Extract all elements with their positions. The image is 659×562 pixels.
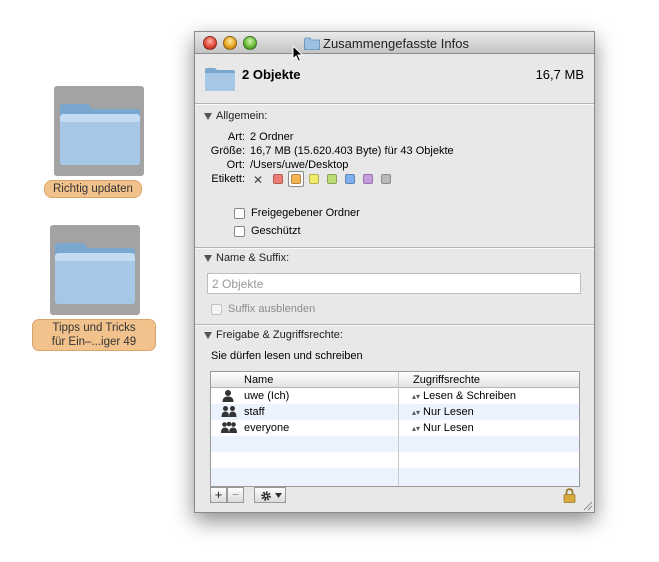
- info-window: Zusammengefasste Infos 2 Objekte 16,7 MB…: [194, 31, 595, 513]
- location-value: /Users/uwe/Desktop: [250, 159, 349, 171]
- disclosure-triangle-icon: [204, 254, 212, 262]
- add-user-button[interactable]: +: [210, 487, 227, 503]
- permissions-table-header: Name Zugriffsrechte: [211, 372, 579, 388]
- selection-size: 16,7 MB: [535, 67, 584, 82]
- disclosure-triangle-icon: [204, 112, 212, 120]
- folder-icon: [205, 68, 235, 91]
- selection-name: 2 Objekte: [242, 67, 301, 82]
- close-button[interactable]: [203, 36, 217, 50]
- sharing-info: Sie dürfen lesen und schreiben: [211, 350, 363, 362]
- label-clear-icon[interactable]: ✕: [253, 173, 263, 187]
- lock-icon[interactable]: [563, 488, 576, 503]
- divider: [195, 325, 594, 326]
- label-color-swatch[interactable]: [327, 174, 337, 184]
- minimize-button[interactable]: [223, 36, 237, 50]
- desktop-icon-tipps-und-tricks[interactable]: Tipps und Tricks für Ein–...iger 49: [32, 225, 158, 353]
- section-name-suffix-toggle[interactable]: Name & Suffix:: [204, 252, 289, 264]
- table-row-empty: [211, 452, 579, 468]
- row-name: uwe (Ich): [244, 390, 290, 402]
- popup-arrows-icon: ▴▾: [412, 408, 421, 417]
- label-color-swatch[interactable]: [363, 174, 373, 184]
- permissions-table: Name Zugriffsrechte uwe (Ich) ▴▾ Lesen & …: [210, 371, 580, 487]
- section-allgemein-toggle[interactable]: Allgemein:: [204, 110, 267, 122]
- label-color-swatch[interactable]: [381, 174, 391, 184]
- rights-popup[interactable]: ▴▾ Lesen & Schreiben: [412, 390, 516, 402]
- kind-value: 2 Ordner: [250, 131, 294, 143]
- desktop-icon-label: Richtig updaten: [44, 180, 142, 198]
- popup-arrows-icon: ▴▾: [412, 392, 421, 401]
- table-row[interactable]: uwe (Ich) ▴▾ Lesen & Schreiben: [211, 388, 579, 404]
- hide-suffix-checkbox[interactable]: [211, 304, 222, 315]
- gear-icon: [261, 491, 271, 501]
- folder-icon: [304, 37, 320, 50]
- section-title-name-suffix: Name & Suffix:: [216, 252, 290, 264]
- divider: [195, 104, 594, 105]
- section-title-sharing: Freigabe & Zugriffsrechte:: [216, 329, 343, 341]
- column-header-rights[interactable]: Zugriffsrechte: [413, 374, 480, 386]
- protected-label: Geschützt: [251, 225, 301, 237]
- row-rights: Lesen & Schreiben: [423, 390, 516, 402]
- label-color-swatch[interactable]: [309, 174, 319, 184]
- group-icon: [221, 421, 237, 433]
- user-icon: [222, 390, 234, 402]
- location-label: Ort:: [226, 159, 245, 171]
- hide-suffix-label: Suffix ausblenden: [228, 303, 316, 315]
- label-color-swatch[interactable]: [291, 174, 301, 184]
- desktop-icon-label-line1: Tipps und Tricks: [52, 322, 136, 334]
- info-header: 2 Objekte 16,7 MB: [195, 55, 594, 101]
- section-title-allgemein: Allgemein:: [216, 110, 268, 122]
- table-row[interactable]: staff ▴▾ Nur Lesen: [211, 404, 579, 420]
- size-row: Größe: 16,7 MB (15.620.403 Byte) für 43 …: [195, 145, 595, 159]
- section-sharing-toggle[interactable]: Freigabe & Zugriffsrechte:: [204, 329, 343, 341]
- rights-popup[interactable]: ▴▾ Nur Lesen: [412, 406, 474, 418]
- table-row[interactable]: everyone ▴▾ Nur Lesen: [211, 420, 579, 436]
- column-header-name[interactable]: Name: [244, 374, 273, 386]
- shared-folder-checkbox[interactable]: [234, 208, 245, 219]
- row-name: staff: [244, 406, 265, 418]
- disclosure-triangle-icon: [204, 331, 212, 339]
- column-divider: [398, 372, 399, 486]
- folder-icon: [60, 104, 140, 165]
- zoom-button[interactable]: [243, 36, 257, 50]
- title-bar[interactable]: Zusammengefasste Infos: [195, 32, 594, 63]
- row-name: everyone: [244, 422, 290, 434]
- label-color-swatch[interactable]: [273, 174, 283, 184]
- row-rights: Nur Lesen: [423, 422, 474, 434]
- name-input[interactable]: 2 Objekte: [207, 273, 581, 294]
- desktop-icon-label: Tipps und Tricks für Ein–...iger 49: [32, 319, 156, 351]
- group-icon: [221, 406, 237, 417]
- table-row-empty: [211, 436, 579, 452]
- shared-folder-label: Freigegebener Ordner: [251, 207, 360, 219]
- folder-icon: [55, 243, 135, 304]
- remove-user-button[interactable]: −: [227, 487, 244, 503]
- table-row-empty: [211, 468, 579, 486]
- resize-grip-icon[interactable]: [582, 500, 593, 511]
- desktop-icon-label-line2: für Ein–...iger 49: [51, 336, 137, 348]
- desktop-icon-richtig-updaten[interactable]: Richtig updaten: [44, 86, 156, 198]
- protected-checkbox[interactable]: [234, 226, 245, 237]
- name-input-placeholder: 2 Objekte: [212, 277, 264, 291]
- location-row: Ort: /Users/uwe/Desktop: [195, 159, 595, 173]
- popup-arrows-icon: ▴▾: [412, 424, 421, 433]
- action-menu-button[interactable]: [254, 487, 286, 503]
- rights-popup[interactable]: ▴▾ Nur Lesen: [412, 422, 474, 434]
- label-color-swatch[interactable]: [345, 174, 355, 184]
- kind-label: Art:: [227, 131, 245, 143]
- size-label: Größe:: [210, 145, 245, 157]
- size-value: 16,7 MB (15.620.403 Byte) für 43 Objekte: [250, 145, 454, 157]
- divider: [195, 248, 594, 249]
- window-title: Zusammengefasste Infos: [323, 36, 469, 51]
- row-rights: Nur Lesen: [423, 406, 474, 418]
- label-label: Etikett:: [211, 173, 245, 185]
- chevron-down-icon: [275, 493, 282, 498]
- kind-row: Art: 2 Ordner: [195, 131, 595, 145]
